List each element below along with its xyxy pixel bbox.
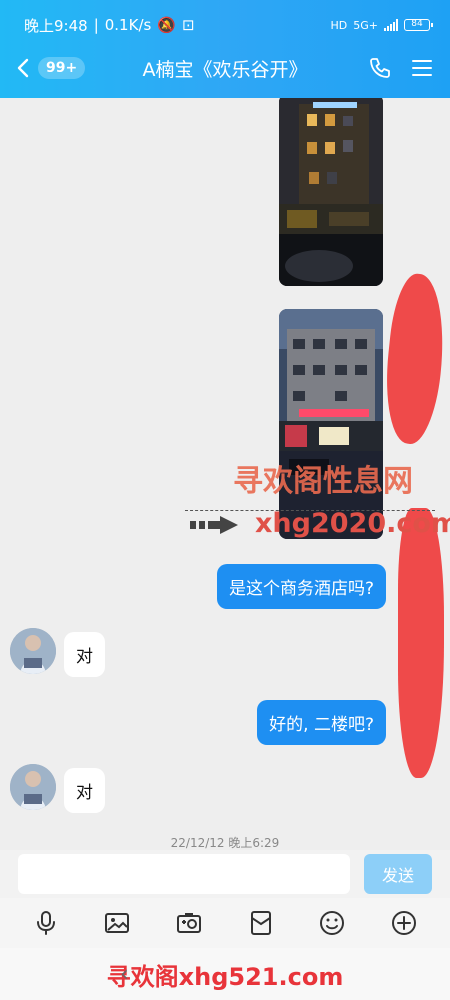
avatar[interactable] [10, 628, 56, 674]
battery-level: 84 [411, 19, 423, 29]
more-button[interactable] [387, 906, 421, 940]
message-bubble-outgoing[interactable]: 是这个商务酒店吗? [216, 564, 386, 609]
image-icon [105, 913, 130, 933]
signal-icon [384, 19, 398, 31]
arrow-icon [190, 516, 238, 534]
unread-badge[interactable]: 99+ [38, 57, 86, 79]
status-time: 晚上9:48 [24, 16, 88, 35]
red-packet-button[interactable] [244, 906, 278, 940]
message-timestamp: 22/12/12 晚上6:29 [170, 836, 280, 850]
watermark-url: xhg2020.com [255, 508, 450, 539]
status-bar: 晚上9:48 | 0.1K/s 🔕 ⊡ HD 5G+ 84 [24, 14, 433, 36]
message-input[interactable] [18, 854, 350, 894]
photo-message[interactable] [279, 309, 383, 539]
input-bar: 发送 [0, 850, 450, 898]
emoji-button[interactable] [315, 906, 349, 940]
plus-circle-icon [392, 911, 417, 935]
camera-button[interactable] [172, 906, 206, 940]
message-bubble-incoming[interactable]: 对 [64, 768, 105, 813]
camera-icon [177, 913, 202, 933]
chat-area[interactable]: 寻欢阁性息网 xhg2020.com 是这个商务酒店吗? 对 好的, 二楼吧? … [0, 98, 450, 850]
phone-icon[interactable] [368, 56, 392, 80]
hd-icon: HD [330, 18, 348, 32]
photo-message[interactable] [279, 98, 383, 286]
red-packet-icon [250, 911, 271, 935]
voice-button[interactable] [29, 906, 63, 940]
message-bubble-incoming[interactable]: 对 [64, 632, 105, 677]
menu-icon[interactable] [410, 56, 434, 80]
emoji-icon [320, 911, 345, 935]
send-button[interactable]: 发送 [364, 854, 432, 894]
system-nav-bar: ‹ 寻欢阁xhg521.com [0, 948, 450, 1000]
status-speed: 0.1K/s [104, 16, 152, 34]
battery-icon: 84 [404, 19, 433, 31]
chat-toolbar [0, 898, 450, 948]
nav-bar: 99+ A楠宝《欢乐谷开》 [0, 48, 450, 88]
watermark-line [185, 510, 435, 511]
back-chevron-icon[interactable]: ‹ [120, 962, 129, 987]
top-bar: 晚上9:48 | 0.1K/s 🔕 ⊡ HD 5G+ 84 99+ A楠宝《欢乐… [0, 0, 450, 98]
back-icon[interactable] [14, 58, 34, 78]
redaction-mark [379, 271, 450, 447]
microphone-icon [36, 911, 55, 935]
network-type: 5G+ [353, 18, 378, 32]
watermark-bottom: 寻欢阁xhg521.com [106, 962, 344, 991]
watermark-text: 寻欢阁性息网 [233, 464, 413, 499]
avatar[interactable] [10, 764, 56, 810]
chat-title[interactable]: A楠宝《欢乐谷开》 [143, 59, 308, 81]
message-bubble-outgoing[interactable]: 好的, 二楼吧? [257, 700, 386, 745]
nfc-icon: ⊡ [182, 16, 195, 34]
redaction-mark [398, 508, 444, 778]
image-button[interactable] [100, 906, 134, 940]
mute-icon: 🔕 [157, 16, 176, 34]
